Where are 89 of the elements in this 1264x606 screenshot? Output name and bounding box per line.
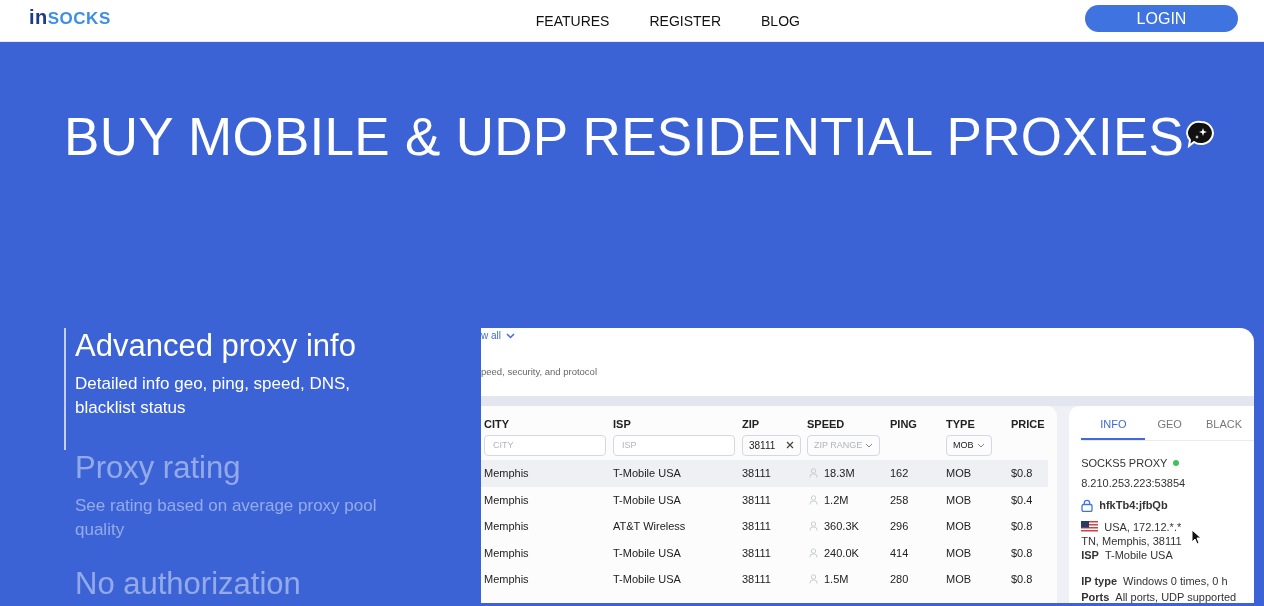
table-cell: 360.3K: [824, 520, 859, 533]
lock-icon: [1081, 498, 1094, 512]
hero-title: BUY MOBILE & UDP RESIDENTIAL PROXIES: [64, 106, 1185, 167]
column-header: PING: [890, 418, 918, 430]
detail-value: All ports, UDP supported: [1115, 590, 1237, 603]
detail-value: Windows 0 times, 0 h: [1123, 574, 1228, 589]
chevron-down-icon: [865, 442, 874, 448]
type-dropdown[interactable]: MOB: [946, 434, 992, 456]
proxy-region: TN, Memphis, 38111: [1081, 535, 1182, 547]
table-cell-text: 38111: [742, 467, 772, 480]
feature-title[interactable]: Advanced proxy info: [75, 328, 481, 364]
login-button[interactable]: LOGIN: [1085, 5, 1238, 32]
table-cell-text: 280: [890, 573, 910, 586]
nav-link[interactable]: FEATURES: [535, 12, 610, 29]
table-cell-text: 38111: [742, 493, 772, 506]
proxy-location: USA, 172.12.*.*: [1104, 520, 1182, 535]
table-cell-text: $0.8: [1011, 467, 1034, 480]
table-cell-text: Memphis: [484, 520, 530, 533]
table-row[interactable]: Memphis T-Mobile USA 38111 1.2M 258 MOB $0.4: [481, 486, 1049, 513]
table-cell: 240.0K: [824, 546, 859, 559]
chevron-down-icon: [506, 332, 515, 339]
detail-value: T-Mobile USA: [1104, 548, 1173, 563]
person-icon: [809, 547, 818, 558]
close-icon[interactable]: [786, 441, 794, 449]
detail-label: IP type: [1081, 574, 1118, 589]
feature-description: Detailed info geo, ping, speed, DNS, blacklist status: [75, 373, 351, 419]
table-cell-text: MOB: [946, 467, 973, 480]
table-cell-text: MOB: [946, 573, 973, 586]
table-cell-text: MOB: [946, 493, 973, 506]
table-cell-text: 38111: [742, 520, 772, 533]
table-row[interactable]: Memphis T-Mobile USA 38111 240.0K 414 MOB $0.8: [481, 539, 1049, 566]
nav-link[interactable]: BLOG: [761, 12, 800, 29]
proxy-credentials: hfkTb4:jfbQb: [1099, 498, 1168, 513]
logo[interactable]: inSOCKS: [29, 6, 111, 29]
info-tab[interactable]: INFO: [1081, 418, 1146, 440]
column-header: ISP: [613, 418, 632, 430]
info-tab[interactable]: GEO: [1145, 418, 1194, 440]
table-row[interactable]: Memphis AT&T Wireless 38111 360.3K 296 MOB $0.8: [481, 513, 1049, 540]
table-cell: 18.3M: [824, 467, 855, 480]
table-cell-text: MOB: [946, 520, 973, 533]
column-header: SPEED: [807, 418, 846, 430]
proxy-type: SOCKS5 PROXY: [1081, 456, 1168, 471]
table-cell-text: T-Mobile USA: [613, 546, 682, 559]
table-cell-text: 38111: [742, 573, 772, 586]
panel-subtitle: peed, security, and protocol: [481, 366, 597, 377]
table-cell-text: $0.8: [1011, 573, 1034, 586]
chevron-down-icon: [976, 442, 985, 448]
table-cell-text: Memphis: [484, 493, 530, 506]
table-cell-text: MOB: [946, 546, 973, 559]
person-icon: [809, 521, 818, 532]
detail-label: ISP: [1081, 548, 1099, 563]
table-cell-text: $0.4: [1011, 493, 1034, 506]
table-cell-text: Memphis: [484, 546, 530, 559]
nav-link[interactable]: REGISTER: [649, 12, 722, 29]
table-cell-text: 162: [890, 467, 910, 480]
table-cell-text: T-Mobile USA: [613, 573, 682, 586]
info-tab[interactable]: BLACK: [1193, 418, 1254, 440]
column-header: TYPE: [946, 418, 976, 430]
table-cell-text: $0.8: [1011, 520, 1034, 533]
person-icon: [809, 494, 818, 505]
proxy-address: 8.210.253.223:53854: [1081, 476, 1187, 491]
table-row[interactable]: Memphis T-Mobile USA 38111 18.3M 162 MOB $0.8: [481, 460, 1049, 487]
view-all-link[interactable]: w all: [481, 330, 515, 341]
column-header: CITY: [484, 418, 511, 430]
table-cell-text: $0.8: [1011, 546, 1034, 559]
cursor-icon: [1191, 529, 1201, 545]
zip-filter-field[interactable]: 38111: [742, 434, 801, 456]
table-cell-text: T-Mobile USA: [613, 493, 682, 506]
feature-description: See rating based on average proxy pool quality: [75, 495, 378, 541]
table-cell-text: AT&T Wireless: [613, 520, 687, 533]
table-cell-text: 258: [890, 493, 910, 506]
column-header: ZIP: [742, 418, 761, 430]
chat-icon[interactable]: [1186, 120, 1217, 148]
table-cell-text: Memphis: [484, 467, 530, 480]
detail-label: Ports: [1081, 590, 1110, 603]
isp-filter-field[interactable]: ISP: [613, 434, 735, 456]
person-icon: [809, 574, 818, 585]
city-filter-field[interactable]: CITY: [484, 434, 606, 456]
table-cell-text: 414: [890, 546, 910, 559]
table-cell-text: 38111: [742, 546, 772, 559]
flag-icon: [1081, 521, 1099, 533]
table-cell-text: 296: [890, 520, 910, 533]
table-row[interactable]: Memphis T-Mobile USA 38111 1.5M 280 MOB $0.8: [481, 566, 1049, 593]
table-cell: 1.2M: [824, 493, 849, 506]
table-cell-text: T-Mobile USA: [613, 467, 682, 480]
column-header: PRICE: [1011, 418, 1046, 430]
person-icon: [809, 468, 818, 479]
table-cell: 1.5M: [824, 573, 849, 586]
table-cell-text: Memphis: [484, 573, 530, 586]
